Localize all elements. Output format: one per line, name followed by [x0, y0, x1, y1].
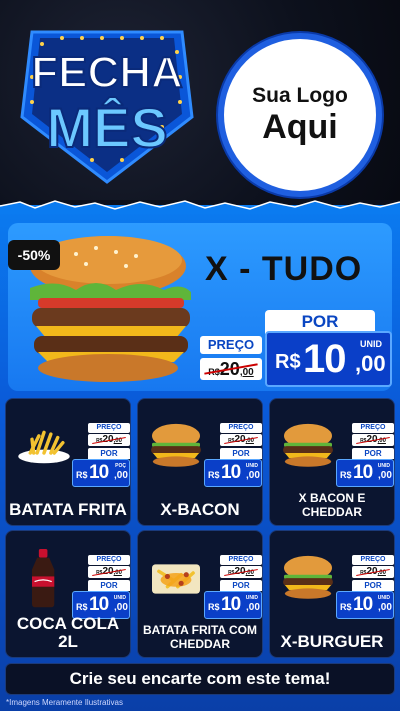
sale-price-box: R$ 10 ,00 UNID: [336, 591, 394, 619]
sale-price-box: R$ 10 ,00 UNID: [336, 459, 394, 487]
logo-text-line1: Sua Logo: [252, 84, 348, 107]
sale-price-dec: ,00: [355, 351, 386, 376]
sale-price-currency: R$: [340, 602, 352, 612]
sale-price-dec: ,00: [246, 602, 260, 613]
product-card: PREÇOR$20,00 POR R$10 ,00POÇ BATATA FRITA: [5, 398, 131, 526]
original-price: R$20,00: [220, 566, 262, 578]
sale-price-int: 10: [89, 462, 109, 483]
original-price: R$20,00: [220, 434, 262, 446]
burger-icon: [151, 423, 201, 467]
original-price: R$20,00: [88, 566, 130, 578]
sale-price-currency: R$: [208, 602, 220, 612]
sale-price-currency: R$: [275, 351, 301, 373]
burger-icon: [283, 555, 333, 599]
sale-price-label: POR: [220, 580, 262, 591]
original-price-label: PREÇO: [352, 423, 394, 433]
product-card: PREÇOR$20,00 POR R$10 ,00UNID COCA COLA 2L: [5, 530, 131, 658]
sale-price-currency: R$: [208, 470, 220, 480]
sale-price-currency: R$: [76, 602, 88, 612]
product-name: X-BACON: [160, 500, 240, 519]
discount-badge: -50%: [8, 240, 60, 270]
disclaimer: *Imagens Meramente Ilustrativas: [6, 698, 123, 707]
featured-product-name: X - TUDO: [205, 250, 363, 288]
sale-price-unit: UNID: [360, 339, 382, 349]
sale-price-box: R$ 10 ,00 UNID: [265, 331, 392, 387]
original-price-label: PREÇO: [220, 555, 262, 565]
fecha-mes-badge: FECHA MÊS: [20, 30, 194, 184]
sale-price-dec: ,00: [114, 602, 128, 613]
sale-price-dec: ,00: [378, 470, 392, 481]
original-price-label: PREÇO: [88, 423, 130, 433]
sale-price-int: 10: [221, 462, 241, 483]
product-name: BATATA FRITA: [9, 500, 127, 519]
soda-bottle-icon: [32, 549, 55, 608]
badge-line1: FECHA: [31, 48, 183, 97]
sale-price-int: 10: [89, 594, 109, 615]
badge-line2: MÊS: [46, 96, 167, 159]
sale-price-dec: ,00: [246, 470, 260, 481]
sale-price-box: R$ 10 ,00 UNID: [204, 459, 262, 487]
product-name: COCA COLA 2L: [16, 614, 120, 651]
original-price-label: PREÇO: [352, 555, 394, 565]
sale-price-label: POR: [220, 448, 262, 459]
product-card: PREÇOR$20,00 POR R$10 ,00UNID X-BURGUER: [269, 530, 395, 658]
logo-text-line2: Aqui: [262, 108, 338, 146]
sale-price-int: 10: [303, 337, 346, 381]
product-card: PREÇOR$20,00 POR R$10 ,00UNID BATATA FRITA C…: [137, 530, 263, 658]
flyer: FECHA MÊS Sua Logo Aqui -50% X - TUDO PR…: [0, 0, 400, 711]
sale-price-label: POR: [88, 448, 130, 459]
product-name: X-BURGUER: [280, 632, 384, 651]
sale-price-dec: ,00: [378, 602, 392, 613]
sale-price-currency: R$: [340, 470, 352, 480]
product-card: PREÇOR$20,00 POR R$10 ,00UNID X-BACON: [137, 398, 263, 526]
product-name: X BACON E CHEDDAR: [298, 491, 366, 519]
original-price-dec: ,00: [239, 367, 254, 378]
sale-price-currency: R$: [76, 470, 88, 480]
sale-price-unit: UNID: [245, 595, 258, 601]
sale-price-unit: UNID: [377, 463, 390, 469]
original-price-label: PREÇO: [200, 336, 262, 354]
sale-price-label: POR: [352, 448, 394, 459]
sale-price-label: POR: [88, 580, 130, 591]
original-price: R$20,00: [352, 434, 394, 446]
sale-price-int: 10: [221, 594, 241, 615]
sale-price-unit: POÇ: [115, 463, 126, 469]
original-price-label: PREÇO: [88, 555, 130, 565]
cta-banner[interactable]: Crie seu encarte com este tema!: [5, 663, 395, 695]
sale-price-unit: UNID: [377, 595, 390, 601]
sale-price-box: R$ 10 ,00 POÇ: [72, 459, 130, 487]
fries-cheddar-icon: [152, 564, 200, 594]
burger-icon: [283, 423, 333, 467]
product-card: PREÇOR$20,00 POR R$10 ,00UNID X BACON E CHED…: [269, 398, 395, 526]
product-name: BATATA FRITA COM CHEDDAR: [143, 623, 257, 651]
original-price-label: PREÇO: [220, 423, 262, 433]
sale-price-unit: UNID: [245, 463, 258, 469]
fries-icon: [18, 430, 70, 464]
sale-price-dec: ,00: [114, 470, 128, 481]
sale-price-int: 10: [353, 462, 373, 483]
sale-price-int: 10: [353, 594, 373, 615]
original-price: R$20,00: [88, 434, 130, 446]
sale-price-label: POR: [352, 580, 394, 591]
sale-price-unit: UNID: [113, 595, 126, 601]
torn-edge: [0, 200, 400, 214]
original-price: R$20,00: [200, 358, 262, 380]
sale-price-box: R$ 10 ,00 UNID: [204, 591, 262, 619]
store-logo-placeholder: Sua Logo Aqui: [218, 33, 382, 197]
original-price: R$20,00: [352, 566, 394, 578]
